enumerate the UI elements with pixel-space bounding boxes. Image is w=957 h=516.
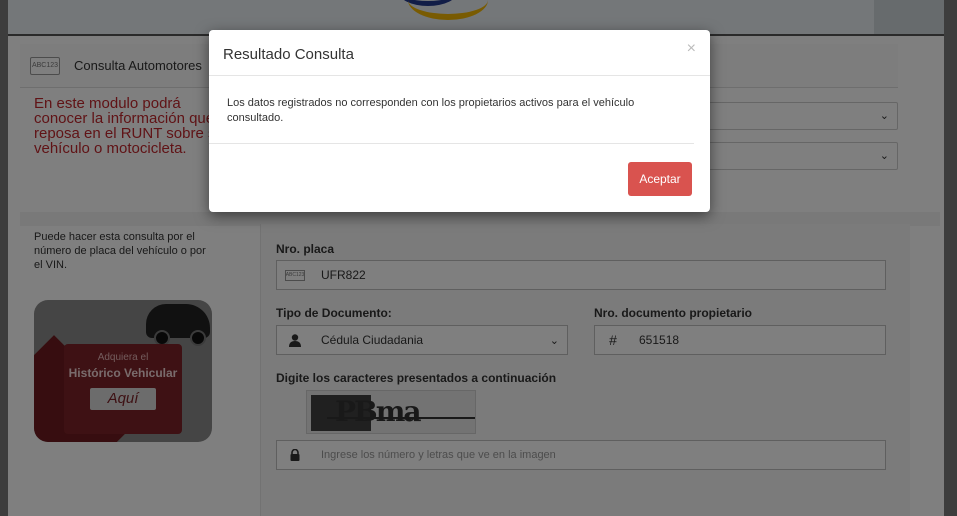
accept-button[interactable]: Aceptar (628, 162, 692, 196)
modal-footer: Aceptar (209, 144, 710, 212)
modal-message: Los datos registrados no corresponden co… (209, 76, 694, 144)
close-icon[interactable]: × (687, 40, 696, 58)
result-modal: Resultado Consulta × Los datos registrad… (209, 30, 710, 212)
modal-header: Resultado Consulta × (209, 30, 710, 76)
modal-title: Resultado Consulta (223, 46, 354, 63)
